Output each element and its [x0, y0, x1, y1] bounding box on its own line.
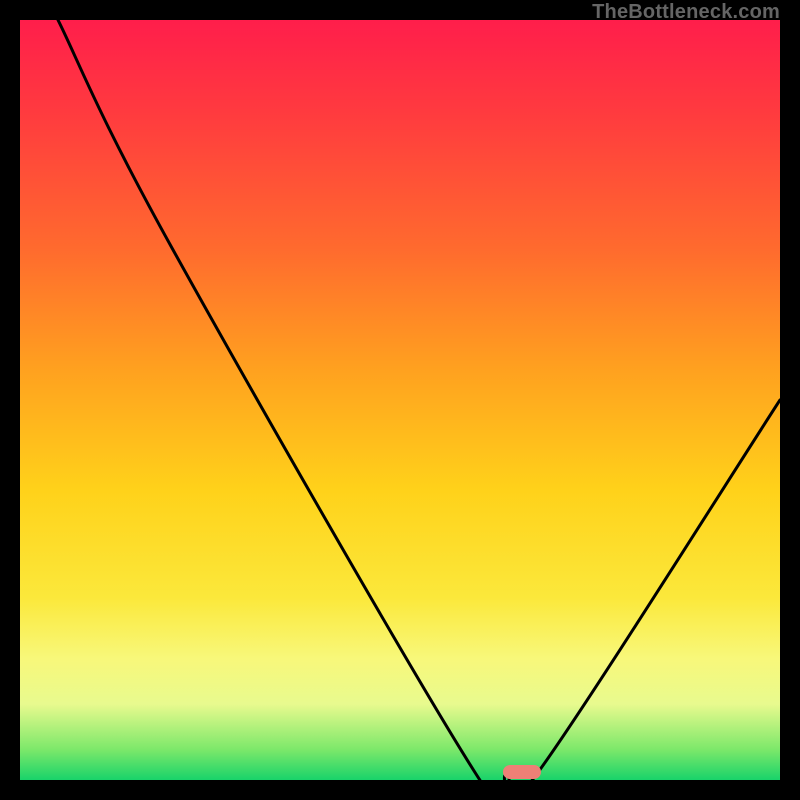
- plot-area: [20, 20, 780, 780]
- bottleneck-curve: [20, 20, 780, 780]
- chart-frame: TheBottleneck.com: [0, 0, 800, 800]
- optimal-point-marker: [503, 765, 541, 779]
